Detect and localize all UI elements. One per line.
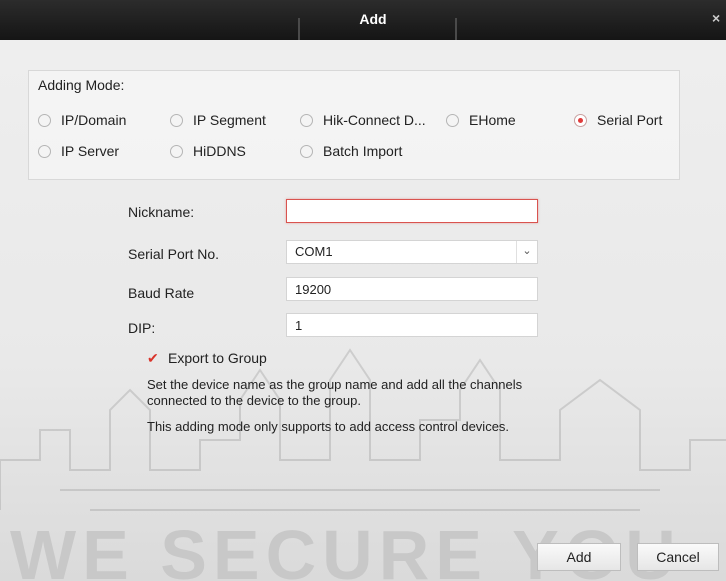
window-title: Add: [359, 11, 387, 27]
radio-batch-import[interactable]: Batch Import: [300, 143, 402, 159]
serial-port-label: Serial Port No.: [128, 246, 220, 262]
baud-rate-input[interactable]: [286, 277, 538, 301]
title-bar: Add ×: [0, 0, 726, 40]
serial-port-value: COM1: [295, 244, 333, 259]
dip-label: DIP:: [128, 320, 156, 336]
title-bar-divider: [298, 18, 300, 40]
radio-label: Batch Import: [323, 143, 403, 159]
note-line: This adding mode only supports to add ac…: [147, 419, 510, 434]
radio-ip-segment[interactable]: IP Segment: [170, 112, 266, 128]
radio-dot: [300, 113, 313, 127]
title-bar-divider: [455, 18, 457, 40]
radio-ehome[interactable]: EHome: [446, 112, 516, 128]
add-button[interactable]: Add: [537, 543, 621, 571]
baud-rate-label: Baud Rate: [128, 285, 195, 301]
radio-serial-port[interactable]: Serial Port: [574, 112, 662, 128]
note-line: Set the device name as the group name an…: [147, 377, 523, 392]
radio-label: Hik-Connect D...: [323, 112, 426, 128]
export-group-checkbox[interactable]: ✔: [147, 351, 161, 365]
radio-label: Serial Port: [597, 112, 663, 128]
radio-label: IP Server: [61, 143, 120, 159]
radio-dot: [170, 113, 183, 127]
note-line: connected to the device to the group.: [147, 393, 361, 408]
radio-ip-server[interactable]: IP Server: [38, 143, 119, 159]
radio-dot: [38, 113, 51, 127]
radio-dot: [446, 113, 459, 127]
nickname-label: Nickname:: [128, 204, 195, 220]
radio-dot: [300, 144, 313, 158]
cancel-button[interactable]: Cancel: [637, 543, 719, 571]
radio-label: IP/Domain: [61, 112, 127, 128]
close-icon[interactable]: ×: [712, 10, 726, 28]
radio-ip-domain[interactable]: IP/Domain: [38, 112, 126, 128]
radio-hik-connect[interactable]: Hik-Connect D...: [300, 112, 426, 128]
radio-dot-selected: [574, 113, 587, 127]
radio-label: EHome: [469, 112, 516, 128]
export-group-label: Export to Group: [168, 350, 267, 366]
chevron-down-icon[interactable]: ⌄: [516, 241, 537, 263]
radio-label: IP Segment: [193, 112, 266, 128]
radio-hiddns[interactable]: HiDDNS: [170, 143, 246, 159]
nickname-input[interactable]: [286, 199, 538, 223]
radio-dot: [170, 144, 183, 158]
dip-input[interactable]: [286, 313, 538, 337]
radio-dot: [38, 144, 51, 158]
radio-label: HiDDNS: [193, 143, 246, 159]
serial-port-select[interactable]: COM1 ⌄: [286, 240, 538, 264]
adding-mode-label: Adding Mode:: [38, 77, 125, 93]
